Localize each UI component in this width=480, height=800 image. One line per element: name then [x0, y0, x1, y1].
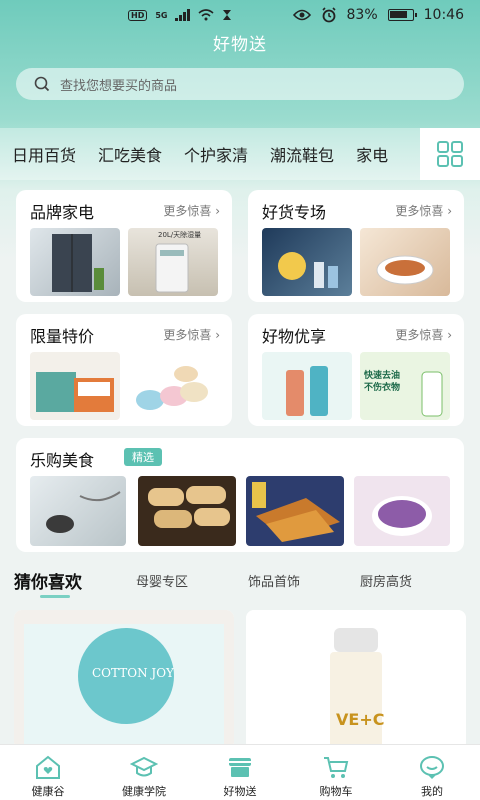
category-bar: 日用百货 汇吃美食 个护家清 潮流鞋包 家电 — [0, 128, 480, 180]
category-grid-button[interactable] — [420, 128, 480, 180]
gift-box-icon — [229, 758, 251, 777]
battery-icon — [387, 9, 417, 21]
mosquito-repellent-image[interactable] — [262, 228, 352, 296]
tab-maternity[interactable]: 母婴专区 — [136, 571, 188, 590]
product-label: VE+C — [336, 710, 385, 729]
rice-cake-graphic — [148, 486, 230, 528]
tab-shopping-cart[interactable]: 购物车 — [288, 745, 384, 800]
cotton-pad-box-graphic — [14, 610, 234, 750]
battery-level — [389, 11, 407, 18]
chat-face-icon — [420, 756, 444, 779]
clock: 10:46 — [423, 7, 464, 23]
status-bar: HD 5G 83% 10:46 — [0, 0, 480, 30]
more-link-label: 更多惊喜 — [395, 204, 444, 218]
alarm-icon — [321, 7, 336, 23]
lotion-bottle-graphic — [246, 610, 466, 750]
more-link-label: 更多惊喜 — [163, 328, 212, 342]
shampoo-image[interactable] — [262, 352, 352, 420]
search-input[interactable]: 查找您想要买的商品 — [16, 68, 464, 100]
category-list: 日用百货 汇吃美食 个护家清 潮流鞋包 家电 — [12, 128, 388, 180]
card-title: 限量特价 — [30, 327, 95, 346]
category-item-shoes-bags[interactable]: 潮流鞋包 — [270, 142, 334, 166]
more-link[interactable]: 更多惊喜 › — [163, 202, 220, 219]
tab-label: 购物车 — [319, 785, 353, 798]
repellent-graphic — [278, 252, 338, 288]
more-link-label: 更多惊喜 — [163, 204, 212, 218]
grid-icon — [437, 141, 463, 167]
page-title: 好物送 — [213, 35, 267, 55]
detergent-image[interactable]: 快速去油 不伤衣物 — [360, 352, 450, 420]
graduation-cap-icon — [130, 756, 158, 777]
category-item-food[interactable]: 汇吃美食 — [98, 142, 162, 166]
tab-health-academy[interactable]: 健康学院 — [96, 745, 192, 800]
tab-good-delivery[interactable]: 好物送 — [192, 745, 288, 800]
more-link-label: 更多惊喜 — [395, 328, 444, 342]
hd-badge: HD — [128, 9, 148, 21]
active-tab-indicator — [40, 595, 70, 598]
battery-percent: 83% — [346, 7, 378, 23]
more-link[interactable]: 更多惊喜 › — [395, 202, 452, 219]
eye-icon — [292, 9, 311, 21]
card-title: 乐购美食 — [30, 451, 95, 470]
fridge-image[interactable] — [30, 228, 120, 296]
hourglass-icon — [223, 10, 232, 20]
tab-label: 好物送 — [223, 785, 257, 798]
more-link[interactable]: 更多惊喜 › — [395, 326, 452, 343]
purple-rice-graphic — [372, 496, 432, 536]
status-left-icons: HD 5G — [128, 9, 232, 21]
card-title: 好货专场 — [262, 203, 327, 222]
search-icon — [34, 76, 50, 92]
card-title: 好物优享 — [262, 327, 327, 346]
product-card[interactable]: VE+C — [246, 610, 466, 750]
crab-graphic — [46, 491, 121, 533]
network-type: 5G — [155, 10, 168, 20]
tab-kitchen[interactable]: 厨房高货 — [360, 571, 412, 590]
detergent-caption-2: 不伤衣物 — [364, 383, 401, 393]
wifi-icon — [198, 9, 215, 21]
guess-tabs: 猜你喜欢 母婴专区 饰品首饰 厨房高货 — [0, 562, 480, 602]
featured-badge: 精选 — [124, 448, 162, 466]
search-placeholder: 查找您想要买的商品 — [60, 78, 178, 94]
rice-cake-image[interactable] — [138, 476, 236, 546]
tab-health-valley[interactable]: 健康谷 — [0, 745, 96, 800]
crab-image[interactable] — [30, 476, 126, 546]
tab-guess-you-like[interactable]: 猜你喜欢 — [14, 568, 82, 593]
brand-appliance-card[interactable]: 品牌家电 更多惊喜 › 20L/天除湿量 — [16, 190, 232, 302]
limited-offer-card[interactable]: 限量特价 更多惊喜 › — [16, 314, 232, 426]
tab-label: 健康谷 — [31, 785, 65, 798]
good-things-card[interactable]: 好物优享 更多惊喜 › 快速去油 不伤衣物 — [248, 314, 464, 426]
snack-chips-image[interactable] — [246, 476, 344, 546]
house-heart-icon — [36, 755, 60, 779]
pot-graphic — [376, 255, 434, 285]
shopping-cart-icon — [324, 757, 349, 778]
shampoo-graphic — [286, 366, 328, 416]
tab-label: 健康学院 — [122, 785, 166, 798]
signal-icon — [175, 9, 191, 21]
gift-box-graphic — [36, 372, 114, 412]
cotton-swab-graphic — [136, 366, 208, 410]
food-card[interactable]: 乐购美食 精选 — [16, 438, 464, 552]
status-right: 83% 10:46 — [292, 7, 464, 23]
category-item-daily[interactable]: 日用百货 — [12, 142, 76, 166]
card-title: 品牌家电 — [30, 203, 95, 222]
product-label: COTTON JOY — [92, 666, 174, 680]
dehumidifier-image[interactable]: 20L/天除湿量 — [128, 228, 218, 296]
fridge-graphic — [52, 234, 104, 292]
product-card[interactable]: COTTON JOY — [14, 610, 234, 750]
bottom-tab-bar: 健康谷 健康学院 好物送 购物车 我的 — [0, 744, 480, 800]
category-item-appliances[interactable]: 家电 — [356, 142, 388, 166]
purple-rice-image[interactable] — [354, 476, 450, 546]
good-goods-card[interactable]: 好货专场 更多惊喜 › — [248, 190, 464, 302]
chips-graphic — [252, 482, 340, 542]
tab-mine[interactable]: 我的 — [384, 745, 480, 800]
tab-label: 我的 — [421, 785, 443, 798]
category-item-personal-care[interactable]: 个护家清 — [184, 142, 248, 166]
cooking-pot-image[interactable] — [360, 228, 450, 296]
tab-jewelry[interactable]: 饰品首饰 — [248, 571, 300, 590]
gift-box-image[interactable] — [30, 352, 120, 420]
dehumidifier-caption: 20L/天除湿量 — [158, 231, 202, 239]
cotton-swab-image[interactable] — [128, 352, 218, 420]
more-link[interactable]: 更多惊喜 › — [163, 326, 220, 343]
